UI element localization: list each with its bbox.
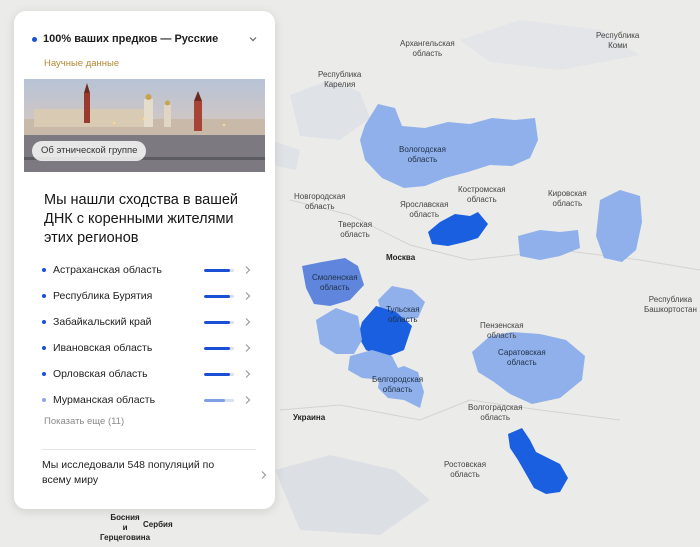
match-bar <box>204 372 234 376</box>
region-name: Мурманская область <box>53 394 156 406</box>
similarity-headline: Мы нашли сходства в вашей ДНК с коренным… <box>44 192 239 246</box>
chevron-right-icon <box>245 396 251 404</box>
map-label-ukraine: Украина <box>293 413 326 422</box>
region-item-astrakhan[interactable]: Астраханская область <box>42 257 252 283</box>
region-item-ivanovo[interactable]: Ивановская область <box>42 335 252 361</box>
region-name: Астраханская область <box>53 264 162 276</box>
show-more-button[interactable]: Показать еще (11) <box>44 416 124 427</box>
chevron-right-icon <box>245 318 251 326</box>
region-bullet <box>42 294 46 298</box>
match-bar <box>204 398 234 402</box>
region-bullet <box>42 268 46 272</box>
map-label-penza: Пензенская область <box>480 321 524 340</box>
ancestry-title: 100% ваших предков — Русские <box>43 33 219 45</box>
populations-link[interactable]: Мы исследовали 548 популяций по всему ми… <box>42 458 272 492</box>
chevron-right-icon <box>261 471 267 479</box>
ancestry-header[interactable]: 100% ваших предков — Русские <box>32 31 258 47</box>
region-item-zabaikalsky[interactable]: Забайкальский край <box>42 309 252 335</box>
region-bullet <box>42 320 46 324</box>
map-label-belgorod: Белгородская область <box>372 375 424 394</box>
map-label-tver: Тверская область <box>338 220 373 239</box>
region-name: Ивановская область <box>53 342 153 354</box>
region-name: Республика Бурятия <box>53 290 153 302</box>
match-bar <box>204 294 234 298</box>
map-label-moscow: Москва <box>386 253 416 262</box>
map-label-smolensk: Смоленская область <box>312 273 358 292</box>
chevron-right-icon <box>245 344 251 352</box>
ethnic-group-button[interactable]: Об этнической группе <box>32 141 147 161</box>
map-label-komi: Республика Коми <box>596 31 640 50</box>
map-label-serbia: Сербия <box>143 520 173 529</box>
map-label-tula: Тульская область <box>386 305 420 324</box>
map-label-vologda: Вологодская область <box>399 145 446 164</box>
region-name: Орловская область <box>53 368 148 380</box>
kremlin-photo: Об этнической группе <box>24 79 265 172</box>
matched-regions-list: Астраханская область Республика Бурятия … <box>42 257 252 413</box>
map-label-arkhangelsk: Архангельская область <box>400 39 455 58</box>
match-bar <box>204 268 234 272</box>
divider <box>42 449 256 450</box>
region-item-murmansk[interactable]: Мурманская область <box>42 387 252 413</box>
region-item-buryatia[interactable]: Республика Бурятия <box>42 283 252 309</box>
region-bullet <box>42 372 46 376</box>
chevron-right-icon <box>245 292 251 300</box>
chevron-right-icon <box>245 266 251 274</box>
chevron-right-icon <box>245 370 251 378</box>
ancestry-card: 100% ваших предков — Русские Научные дан… <box>14 11 275 509</box>
map-label-karelia: Республика Карелия <box>318 70 362 89</box>
map-label-yaroslavl: Ярославская область <box>400 200 449 219</box>
map-label-kirov: Кировская область <box>548 189 587 208</box>
map-label-novgorod: Новгородская область <box>294 192 346 211</box>
match-bar <box>204 346 234 350</box>
region-item-oryol[interactable]: Орловская область <box>42 361 252 387</box>
map-label-rostov: Ростовская область <box>444 460 487 479</box>
ancestry-dot <box>32 36 37 42</box>
map-label-kostroma: Костромская область <box>458 185 506 204</box>
region-name: Забайкальский край <box>53 316 152 328</box>
science-data-link[interactable]: Научные данные <box>44 58 119 69</box>
map-label-volgograd: Волгоградская область <box>468 403 523 422</box>
map-label-bashkortostan: Республика Башкортостан <box>644 295 697 314</box>
map-label-saratov: Саратовская область <box>498 348 546 367</box>
populations-text: Мы исследовали 548 популяций по всему ми… <box>42 459 215 486</box>
chevron-down-icon[interactable] <box>248 34 258 44</box>
region-bullet <box>42 346 46 350</box>
match-bar <box>204 320 234 324</box>
region-bullet <box>42 398 46 402</box>
